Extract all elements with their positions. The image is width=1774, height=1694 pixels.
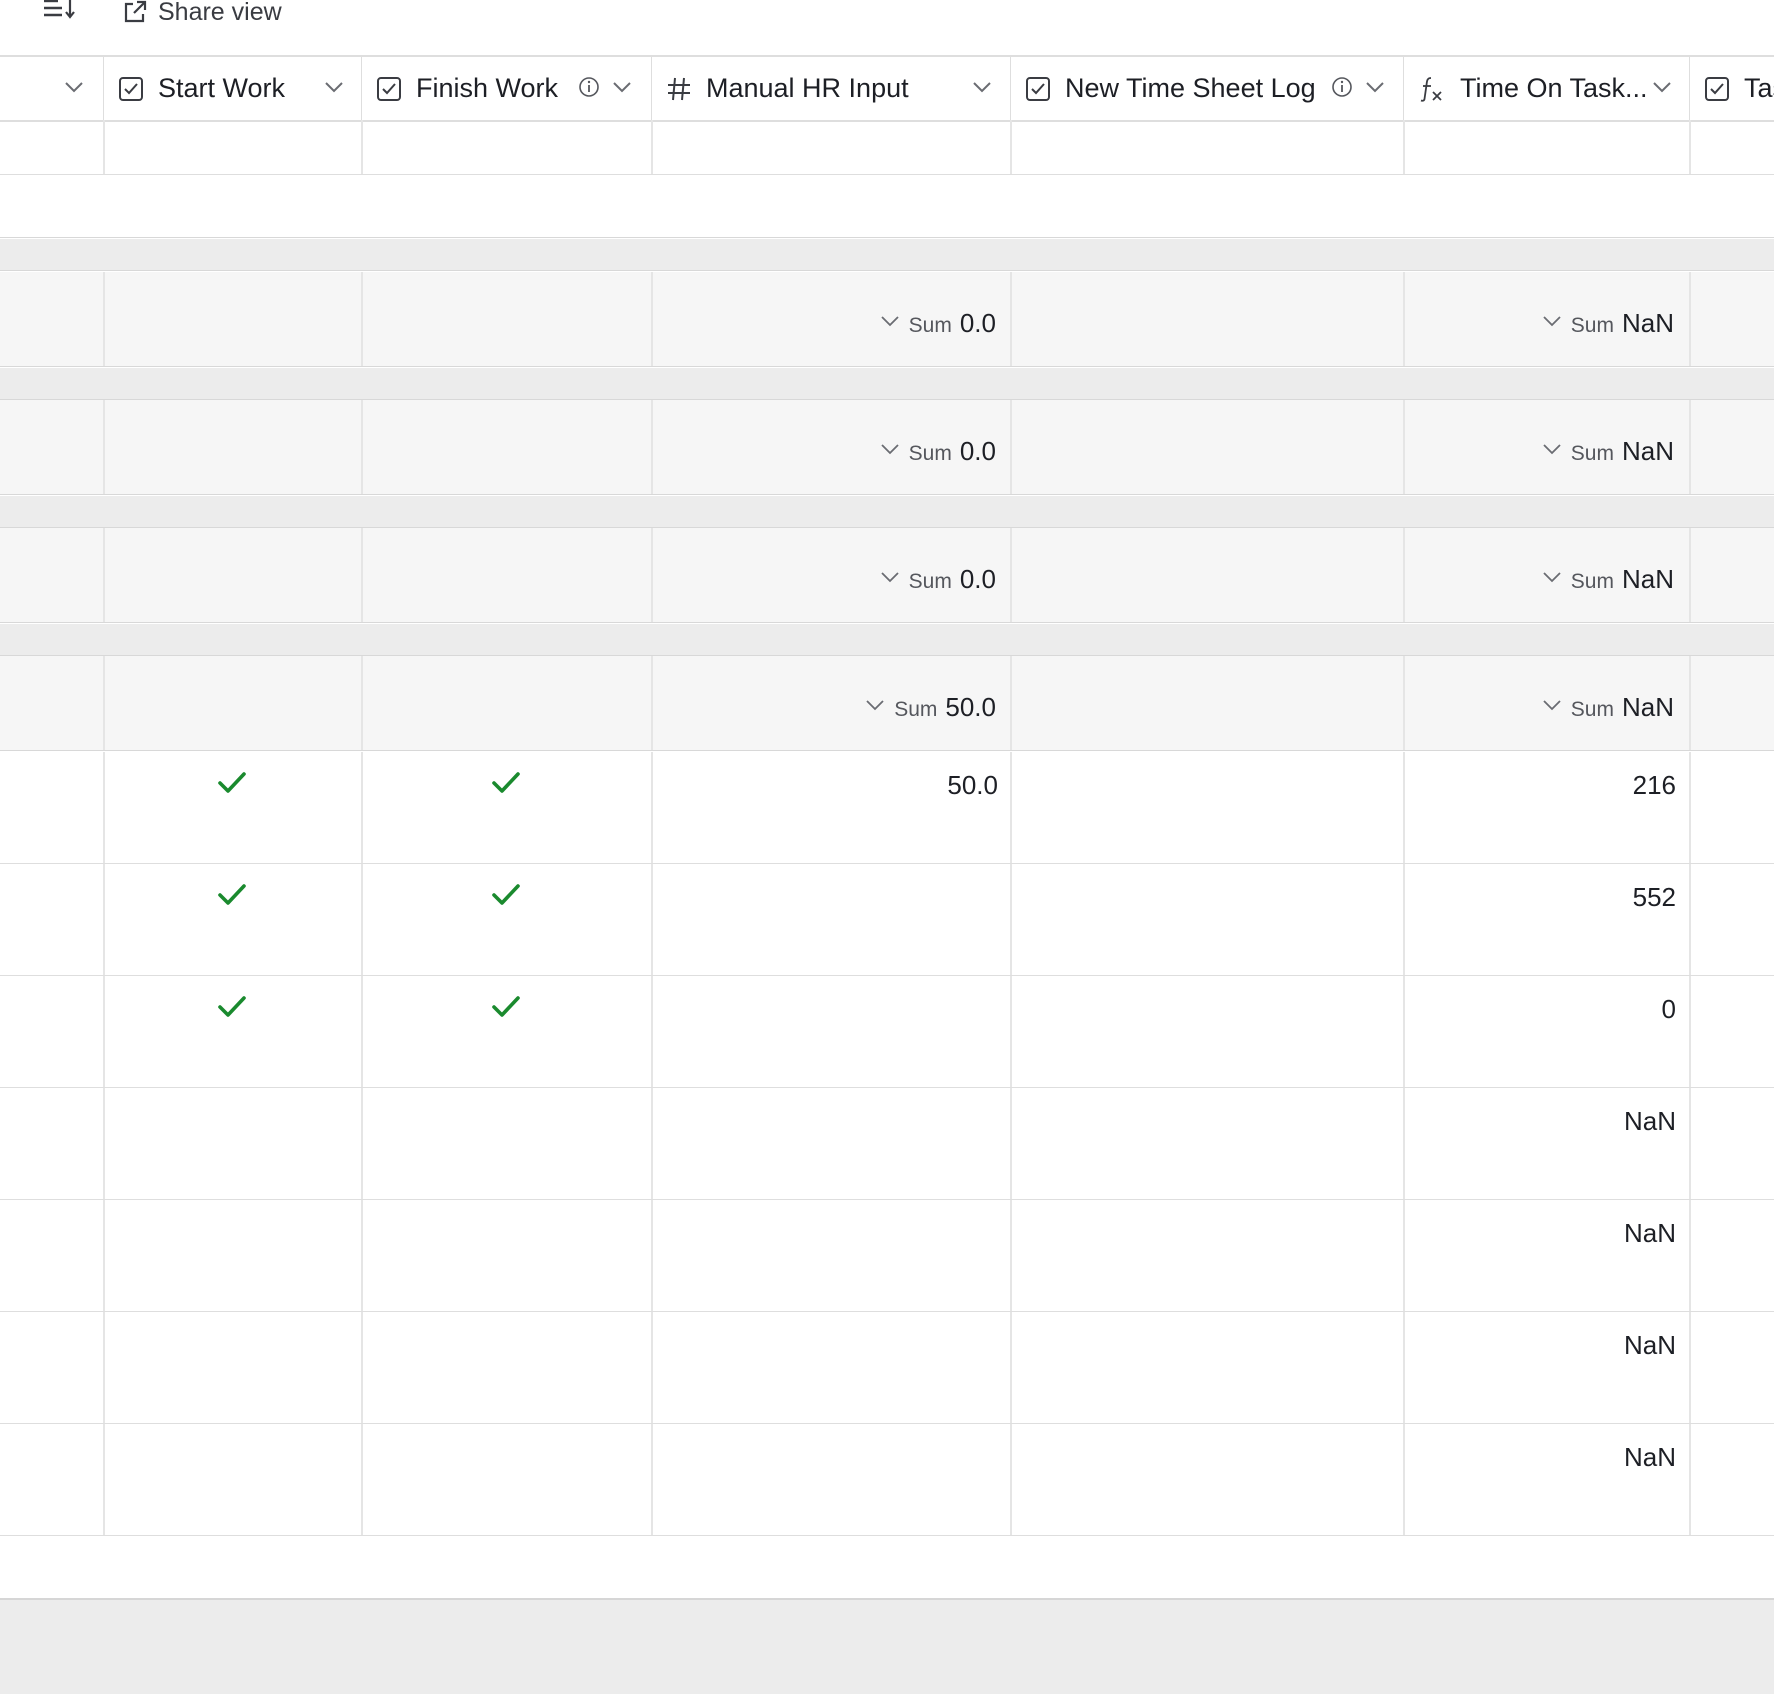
time-on-task-cell[interactable]: 0 — [1662, 994, 1676, 1025]
column-header-next[interactable]: Tas — [1690, 57, 1774, 120]
chevron-down-icon[interactable] — [879, 438, 901, 460]
table-row[interactable]: 0 — [0, 976, 1774, 1088]
summary-value: NaN — [1621, 692, 1674, 722]
finish-work-checkmark-icon[interactable] — [491, 882, 521, 908]
group-divider — [0, 368, 1774, 400]
column-header-prev[interactable] — [0, 57, 104, 120]
table-footer — [0, 1598, 1774, 1694]
summary-value: NaN — [1621, 564, 1674, 594]
table-row[interactable]: 50.0 216 — [0, 752, 1774, 864]
group-summary-row: Sum 50.0 Sum NaN — [0, 656, 1774, 751]
summary-time-on-task[interactable]: Sum NaN — [1541, 436, 1674, 466]
chevron-down-icon[interactable] — [879, 310, 901, 332]
time-on-task-cell[interactable]: NaN — [1624, 1330, 1676, 1361]
summary-label: Sum — [908, 442, 952, 465]
info-icon[interactable] — [1331, 76, 1353, 98]
start-work-checkmark-icon[interactable] — [217, 882, 247, 908]
chevron-down-icon[interactable] — [322, 75, 346, 99]
summary-time-on-task[interactable]: Sum NaN — [1541, 308, 1674, 338]
column-header-manual-hr-input[interactable]: Manual HR Input — [652, 57, 1011, 120]
summary-value: 0.0 — [959, 564, 996, 594]
chevron-down-icon[interactable] — [879, 566, 901, 588]
column-label: Start Work — [158, 73, 286, 103]
chevron-down-icon[interactable] — [970, 75, 994, 99]
summary-label: Sum — [1570, 314, 1614, 337]
group-divider — [0, 239, 1774, 271]
summary-label: Sum — [1570, 698, 1614, 721]
formula-icon — [1418, 75, 1446, 103]
chevron-down-icon[interactable] — [1541, 566, 1563, 588]
table-row[interactable]: NaN — [0, 1088, 1774, 1200]
chevron-down-icon[interactable] — [1650, 75, 1674, 99]
external-link-icon — [122, 0, 148, 25]
time-on-task-cell[interactable]: NaN — [1624, 1442, 1676, 1473]
time-on-task-cell[interactable]: 552 — [1633, 882, 1676, 913]
summary-manual-hr[interactable]: Sum 0.0 — [879, 564, 996, 594]
summary-label: Sum — [908, 314, 952, 337]
summary-value: 50.0 — [945, 692, 996, 722]
chevron-down-icon[interactable] — [1363, 75, 1387, 99]
chevron-down-icon[interactable] — [610, 75, 634, 99]
toolbar: Share view — [0, 0, 1774, 55]
number-icon — [666, 76, 692, 102]
checkbox-icon — [118, 76, 144, 102]
empty-row[interactable] — [0, 120, 1774, 175]
column-header-time-on-task[interactable]: Time On Task... — [1404, 57, 1690, 120]
share-view-button[interactable]: Share view — [122, 0, 282, 30]
finish-work-checkmark-icon[interactable] — [491, 770, 521, 796]
checkbox-icon — [1025, 76, 1051, 102]
table-row[interactable]: NaN — [0, 1200, 1774, 1312]
summary-value: NaN — [1621, 436, 1674, 466]
column-label: Time On Task... — [1460, 73, 1648, 103]
start-work-checkmark-icon[interactable] — [217, 770, 247, 796]
summary-value: NaN — [1621, 308, 1674, 338]
chevron-down-icon[interactable] — [864, 694, 886, 716]
summary-label: Sum — [894, 698, 938, 721]
chevron-down-icon[interactable] — [1541, 438, 1563, 460]
group-spacer — [0, 176, 1774, 238]
group-summary-row: Sum 0.0 Sum NaN — [0, 272, 1774, 367]
summary-label: Sum — [908, 570, 952, 593]
table-row[interactable]: NaN — [0, 1424, 1774, 1536]
column-header-start-work[interactable]: Start Work — [104, 57, 362, 120]
chevron-down-icon[interactable] — [1541, 310, 1563, 332]
summary-manual-hr[interactable]: Sum 50.0 — [864, 692, 996, 722]
group-summary-row: Sum 0.0 Sum NaN — [0, 400, 1774, 495]
share-view-label: Share view — [158, 0, 282, 26]
table-bottom-spacer — [0, 1536, 1774, 1598]
checkbox-icon — [376, 76, 402, 102]
finish-work-checkmark-icon[interactable] — [491, 994, 521, 1020]
column-label: New Time Sheet Log — [1065, 73, 1316, 103]
column-header-finish-work[interactable]: Finish Work — [362, 57, 652, 120]
group-summary-row: Sum 0.0 Sum NaN — [0, 528, 1774, 623]
summary-manual-hr[interactable]: Sum 0.0 — [879, 436, 996, 466]
summary-value: 0.0 — [959, 308, 996, 338]
start-work-checkmark-icon[interactable] — [217, 994, 247, 1020]
column-label: Finish Work — [416, 73, 559, 103]
sort-icon[interactable] — [40, 0, 80, 30]
summary-label: Sum — [1570, 442, 1614, 465]
column-label: Manual HR Input — [706, 73, 909, 103]
column-label: Tas — [1744, 73, 1774, 103]
table-row[interactable]: 552 — [0, 864, 1774, 976]
summary-label: Sum — [1570, 570, 1614, 593]
chevron-down-icon[interactable] — [1541, 694, 1563, 716]
info-icon[interactable] — [578, 76, 600, 98]
table-row[interactable]: NaN — [0, 1312, 1774, 1424]
time-on-task-cell[interactable]: NaN — [1624, 1218, 1676, 1249]
column-header-new-time-sheet-log[interactable]: New Time Sheet Log — [1011, 57, 1404, 120]
group-divider — [0, 496, 1774, 528]
summary-value: 0.0 — [959, 436, 996, 466]
manual-hr-input-cell[interactable]: 50.0 — [947, 770, 998, 801]
group-divider — [0, 624, 1774, 656]
column-header-row: Start Work Finish Work Manual HR Input N… — [0, 55, 1774, 122]
chevron-down-icon[interactable] — [62, 75, 86, 99]
summary-manual-hr[interactable]: Sum 0.0 — [879, 308, 996, 338]
time-on-task-cell[interactable]: 216 — [1633, 770, 1676, 801]
summary-time-on-task[interactable]: Sum NaN — [1541, 564, 1674, 594]
checkbox-icon — [1704, 76, 1730, 102]
summary-time-on-task[interactable]: Sum NaN — [1541, 692, 1674, 722]
time-on-task-cell[interactable]: NaN — [1624, 1106, 1676, 1137]
